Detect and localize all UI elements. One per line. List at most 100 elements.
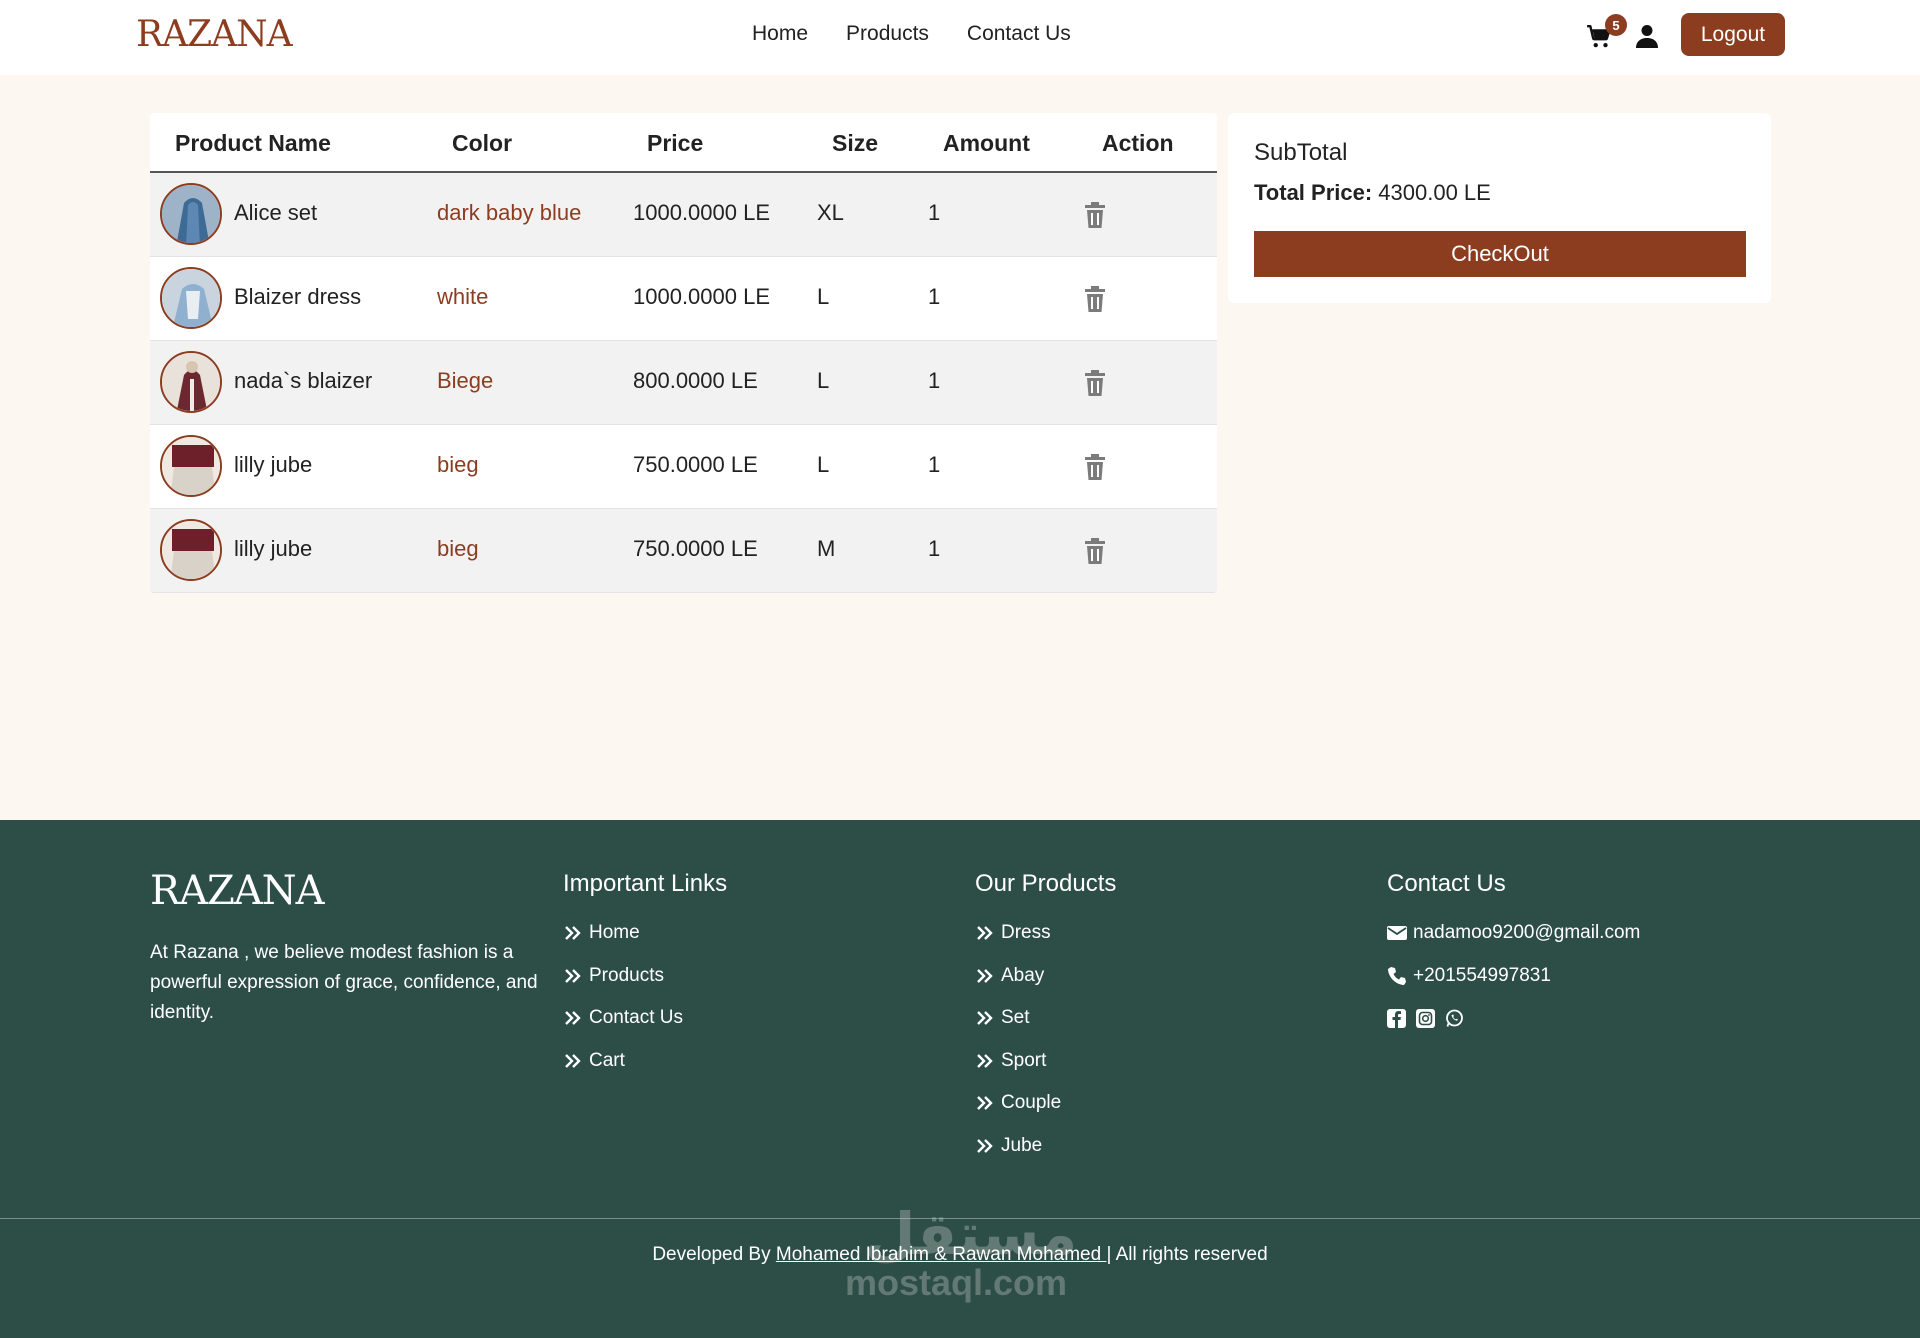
product-thumbnail[interactable]	[160, 183, 222, 245]
footer-product-dress[interactable]: Dress	[975, 922, 1116, 965]
our-products-title: Our Products	[975, 870, 1117, 897]
chevrons-right-icon	[565, 926, 581, 940]
chevrons-right-icon	[977, 1011, 993, 1026]
chevrons-right-icon	[977, 1096, 993, 1111]
footer-email[interactable]: nadamoo9200@gmail.com	[1387, 922, 1640, 965]
nav-products[interactable]: Products	[846, 22, 929, 46]
footer-link-contact[interactable]: Contact Us	[563, 1007, 727, 1050]
facebook-icon[interactable]	[1387, 1009, 1406, 1029]
whatsapp-icon[interactable]	[1445, 1009, 1464, 1028]
account-button[interactable]	[1636, 24, 1660, 50]
footer-product-label: Jube	[1001, 1134, 1043, 1156]
footer-social	[1387, 1007, 1640, 1050]
trash-icon[interactable]	[1084, 454, 1106, 480]
product-size: M	[817, 536, 836, 561]
product-color: bieg	[437, 452, 479, 477]
footer-product-label: Set	[1001, 1007, 1030, 1029]
chevrons-right-icon	[977, 1053, 993, 1068]
footer-contact-title: Contact Us	[1387, 870, 1506, 897]
nav-contact[interactable]: Contact Us	[967, 22, 1071, 46]
chevrons-right-icon	[565, 968, 581, 983]
brand-logo[interactable]: RAZANA	[136, 14, 293, 55]
product-price: 1000.0000 LE	[633, 284, 771, 309]
table-row: lilly jube bieg 750.0000 LE L 1	[150, 425, 1217, 509]
footer-product-couple[interactable]: Couple	[975, 1092, 1116, 1135]
total-price-label: Total Price:	[1254, 180, 1373, 205]
product-thumbnail[interactable]	[160, 435, 222, 497]
header-amount: Amount	[943, 130, 1030, 156]
header-action: Action	[1102, 130, 1174, 156]
footer-logo: RAZANA	[150, 868, 325, 914]
instagram-icon[interactable]	[1416, 1009, 1435, 1029]
product-price: 800.0000 LE	[633, 368, 758, 393]
footer-link-home[interactable]: Home	[563, 922, 727, 965]
table-row: Blaizer dress white 1000.0000 LE L 1	[150, 257, 1217, 341]
footer-email-text: nadamoo9200@gmail.com	[1413, 922, 1641, 943]
product-color: bieg	[437, 536, 479, 561]
product-size: XL	[817, 200, 844, 225]
total-price: Total Price: 4300.00 LE	[1254, 180, 1491, 206]
footer-link-products[interactable]: Products	[563, 965, 727, 1008]
product-price: 750.0000 LE	[633, 536, 758, 561]
watermark-latin: mostaql.com	[845, 1262, 1068, 1303]
chevrons-right-icon	[977, 968, 993, 983]
footer-product-label: Dress	[1001, 922, 1051, 943]
footer-product-abay[interactable]: Abay	[975, 965, 1116, 1008]
table-header: Product Name Color Price Size Amount Act…	[150, 113, 1217, 173]
footer-product-sport[interactable]: Sport	[975, 1050, 1116, 1093]
footer-phone[interactable]: +201554997831	[1387, 965, 1640, 1008]
main-nav: Home Products Contact Us	[752, 22, 1071, 46]
footer-product-label: Sport	[1001, 1049, 1047, 1071]
subtotal-title: SubTotal	[1254, 139, 1348, 166]
product-thumbnail[interactable]	[160, 267, 222, 329]
trash-icon[interactable]	[1084, 538, 1106, 564]
chevrons-right-icon	[565, 1053, 581, 1068]
footer-phone-text: +201554997831	[1413, 964, 1551, 986]
trash-icon[interactable]	[1084, 370, 1106, 396]
credit-and: &	[934, 1244, 953, 1265]
product-thumbnail[interactable]	[160, 519, 222, 581]
developer-link-1[interactable]: Mohamed Ibrahim	[776, 1244, 934, 1265]
table-row: lilly jube bieg 750.0000 LE M 1	[150, 509, 1217, 593]
product-amount: 1	[928, 284, 941, 309]
footer-product-set[interactable]: Set	[975, 1007, 1116, 1050]
envelope-icon	[1387, 926, 1407, 940]
product-price: 750.0000 LE	[633, 452, 758, 477]
footer-credit: Developed By Mohamed Ibrahim & Rawan Moh…	[0, 1244, 1920, 1266]
logout-button[interactable]: Logout	[1681, 13, 1785, 56]
chevrons-right-icon	[977, 1139, 993, 1153]
header-price: Price	[647, 130, 704, 156]
product-amount: 1	[928, 200, 941, 225]
product-size: L	[817, 284, 830, 309]
subtotal-card: SubTotal Total Price: 4300.00 LE CheckOu…	[1228, 113, 1771, 303]
cart-count-badge: 5	[1605, 14, 1627, 36]
footer-link-label: Home	[589, 922, 640, 943]
product-amount: 1	[928, 536, 941, 561]
footer-product-jube[interactable]: Jube	[975, 1135, 1116, 1178]
phone-icon	[1388, 966, 1406, 985]
table-row: Alice set dark baby blue 1000.0000 LE XL…	[150, 173, 1217, 257]
product-amount: 1	[928, 368, 941, 393]
header-size: Size	[832, 130, 879, 156]
header-color: Color	[452, 130, 513, 156]
footer-link-label: Cart	[589, 1049, 625, 1071]
product-thumbnail[interactable]	[160, 351, 222, 413]
trash-icon[interactable]	[1084, 202, 1106, 228]
nav-home[interactable]: Home	[752, 22, 808, 46]
checkout-button[interactable]: CheckOut	[1254, 231, 1746, 277]
table-row: nada`s blaizer Biege 800.0000 LE L 1	[150, 341, 1217, 425]
footer: RAZANA At Razana , we believe modest fas…	[0, 820, 1920, 1338]
footer-product-label: Abay	[1001, 964, 1045, 986]
product-name: Blaizer dress	[234, 284, 362, 309]
credit-suffix: | All rights reserved	[1106, 1244, 1268, 1265]
footer-link-cart[interactable]: Cart	[563, 1050, 727, 1093]
product-size: L	[817, 368, 830, 393]
chevrons-right-icon	[565, 1011, 581, 1026]
product-price: 1000.0000 LE	[633, 200, 771, 225]
cart-button[interactable]: 5	[1586, 14, 1627, 52]
trash-icon[interactable]	[1084, 286, 1106, 312]
our-products: Our Products Dress Abay Set Sport Couple…	[975, 870, 1116, 1178]
user-icon	[1636, 25, 1658, 48]
product-name: Alice set	[234, 200, 318, 225]
developer-link-2[interactable]: Rawan Mohamed	[952, 1244, 1106, 1265]
